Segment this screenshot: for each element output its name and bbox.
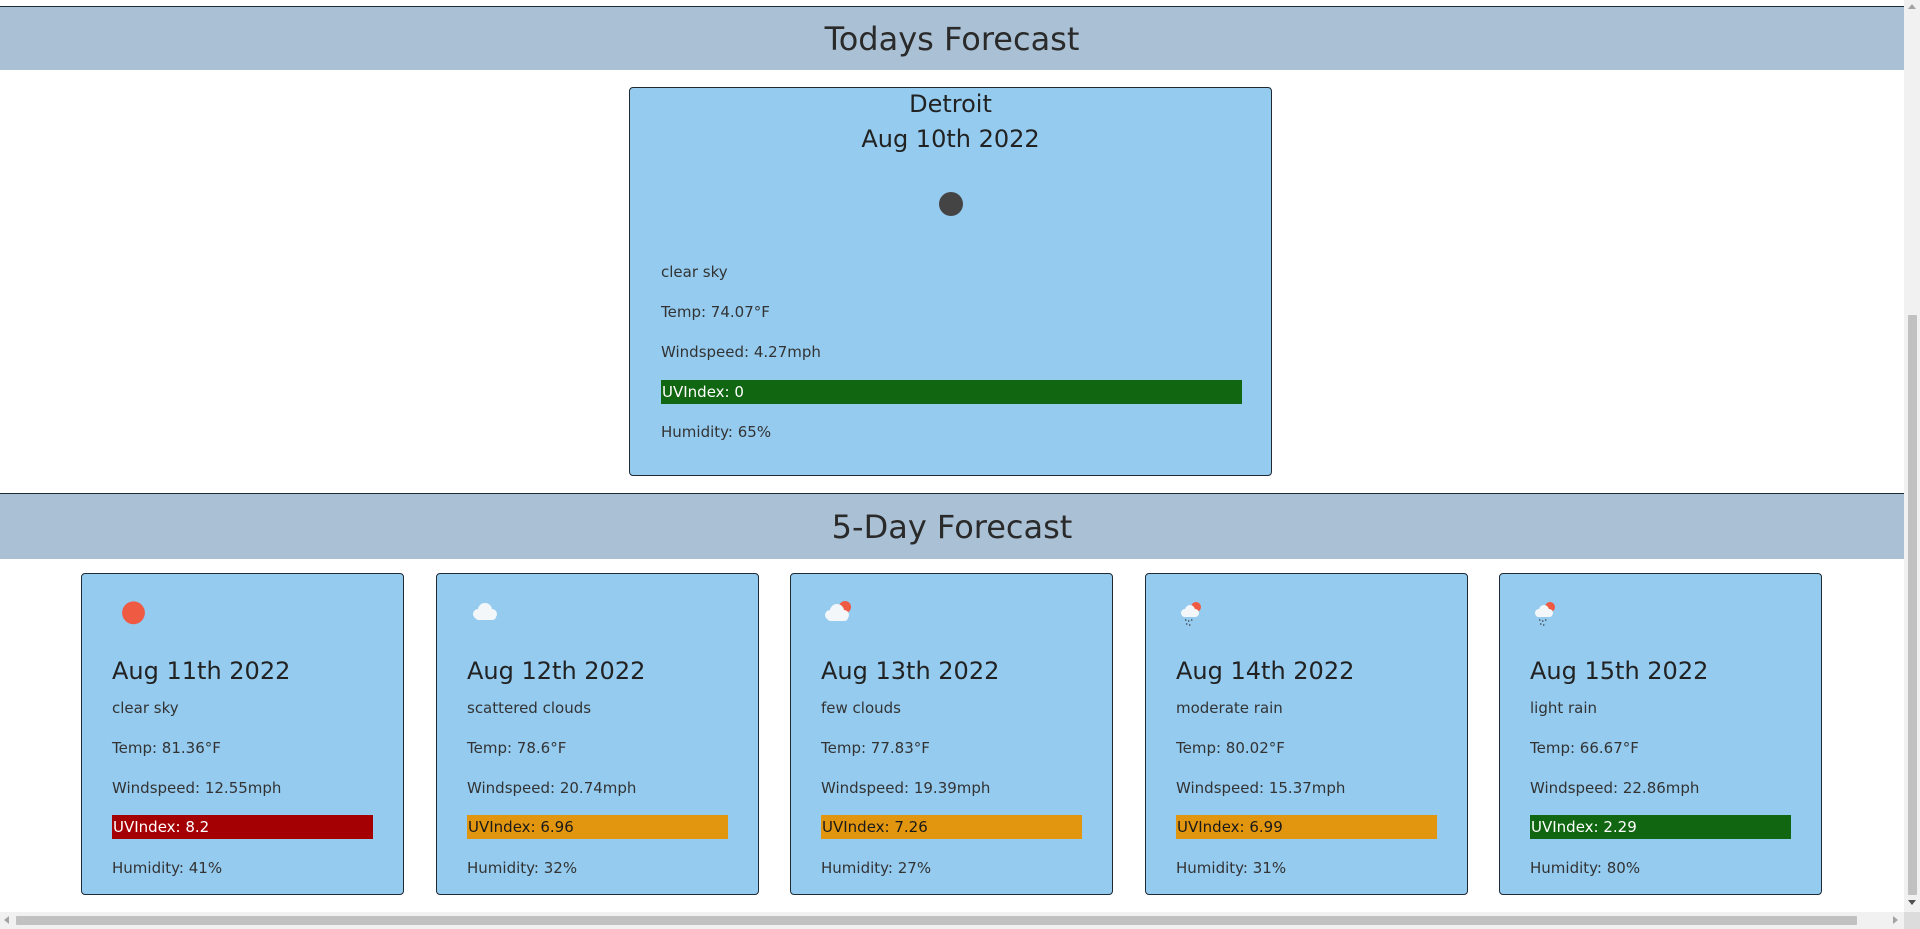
forecast-humidity: Humidity: 80% bbox=[1530, 859, 1641, 877]
today-windspeed: Windspeed: 4.27mph bbox=[661, 343, 821, 361]
today-humidity: Humidity: 65% bbox=[661, 423, 772, 441]
forecast-uv-index: UVIndex: 6.99 bbox=[1176, 815, 1437, 839]
forecast-description: light rain bbox=[1530, 699, 1598, 717]
forecast-uv-index: UVIndex: 7.26 bbox=[821, 815, 1082, 839]
five-day-forecast-heading: 5-Day Forecast bbox=[0, 493, 1904, 559]
today-description: clear sky bbox=[661, 263, 728, 281]
today-date: Aug 10th 2022 bbox=[861, 125, 1040, 153]
forecast-day-card: Aug 14th 2022 moderate rain Temp: 80.02°… bbox=[1145, 573, 1468, 895]
forecast-temp: Temp: 80.02°F bbox=[1176, 739, 1285, 757]
forecast-date: Aug 12th 2022 bbox=[467, 657, 646, 685]
vertical-scrollbar[interactable] bbox=[1904, 0, 1920, 912]
forecast-date: Aug 11th 2022 bbox=[112, 657, 291, 685]
clear-night-moon-icon bbox=[938, 191, 964, 217]
partly-cloudy-icon bbox=[817, 593, 857, 627]
forecast-humidity: Humidity: 32% bbox=[467, 859, 578, 877]
forecast-windspeed: Windspeed: 12.55mph bbox=[112, 779, 282, 797]
horizontal-scrollbar-thumb[interactable] bbox=[16, 916, 1857, 925]
rain-cloud-sun-icon bbox=[1172, 593, 1212, 627]
scroll-down-arrow-icon[interactable] bbox=[1908, 900, 1916, 905]
forecast-day-card: Aug 11th 2022 clear sky Temp: 81.36°F Wi… bbox=[81, 573, 404, 895]
today-uv-index: UVIndex: 0 bbox=[661, 380, 1242, 404]
forecast-temp: Temp: 78.6°F bbox=[467, 739, 567, 757]
scrollbar-corner bbox=[1904, 912, 1920, 929]
forecast-description: few clouds bbox=[821, 699, 901, 717]
forecast-description: clear sky bbox=[112, 699, 179, 717]
scroll-right-arrow-icon[interactable] bbox=[1893, 916, 1898, 924]
forecast-date: Aug 13th 2022 bbox=[821, 657, 1000, 685]
forecast-windspeed: Windspeed: 15.37mph bbox=[1176, 779, 1346, 797]
weather-dashboard-page: Todays Forecast Detroit Aug 10th 2022 cl… bbox=[0, 0, 1920, 929]
forecast-description: scattered clouds bbox=[467, 699, 592, 717]
forecast-day-card: Aug 13th 2022 few clouds Temp: 77.83°F W… bbox=[790, 573, 1113, 895]
scroll-left-arrow-icon[interactable] bbox=[4, 916, 9, 924]
vertical-scrollbar-thumb[interactable] bbox=[1908, 315, 1917, 895]
forecast-date: Aug 15th 2022 bbox=[1530, 657, 1709, 685]
forecast-description: moderate rain bbox=[1176, 699, 1283, 717]
today-temp: Temp: 74.07°F bbox=[661, 303, 770, 321]
forecast-temp: Temp: 66.67°F bbox=[1530, 739, 1639, 757]
rain-cloud-sun-icon bbox=[1526, 593, 1566, 627]
forecast-uv-index: UVIndex: 2.29 bbox=[1530, 815, 1791, 839]
forecast-humidity: Humidity: 41% bbox=[112, 859, 223, 877]
forecast-temp: Temp: 81.36°F bbox=[112, 739, 221, 757]
forecast-day-card: Aug 12th 2022 scattered clouds Temp: 78.… bbox=[436, 573, 759, 895]
forecast-windspeed: Windspeed: 20.74mph bbox=[467, 779, 637, 797]
city-name: Detroit bbox=[909, 90, 992, 118]
forecast-windspeed: Windspeed: 19.39mph bbox=[821, 779, 991, 797]
sun-icon bbox=[108, 593, 148, 627]
forecast-day-card: Aug 15th 2022 light rain Temp: 66.67°F W… bbox=[1499, 573, 1822, 895]
cloud-icon bbox=[463, 593, 503, 627]
forecast-uv-index: UVIndex: 8.2 bbox=[112, 815, 373, 839]
forecast-humidity: Humidity: 31% bbox=[1176, 859, 1287, 877]
forecast-humidity: Humidity: 27% bbox=[821, 859, 932, 877]
scroll-up-arrow-icon[interactable] bbox=[1908, 4, 1916, 9]
todays-forecast-heading: Todays Forecast bbox=[0, 7, 1904, 70]
today-forecast-card: Detroit Aug 10th 2022 clear sky Temp: 74… bbox=[629, 87, 1272, 476]
forecast-windspeed: Windspeed: 22.86mph bbox=[1530, 779, 1700, 797]
horizontal-scrollbar[interactable] bbox=[0, 912, 1904, 929]
forecast-date: Aug 14th 2022 bbox=[1176, 657, 1355, 685]
forecast-uv-index: UVIndex: 6.96 bbox=[467, 815, 728, 839]
forecast-temp: Temp: 77.83°F bbox=[821, 739, 930, 757]
